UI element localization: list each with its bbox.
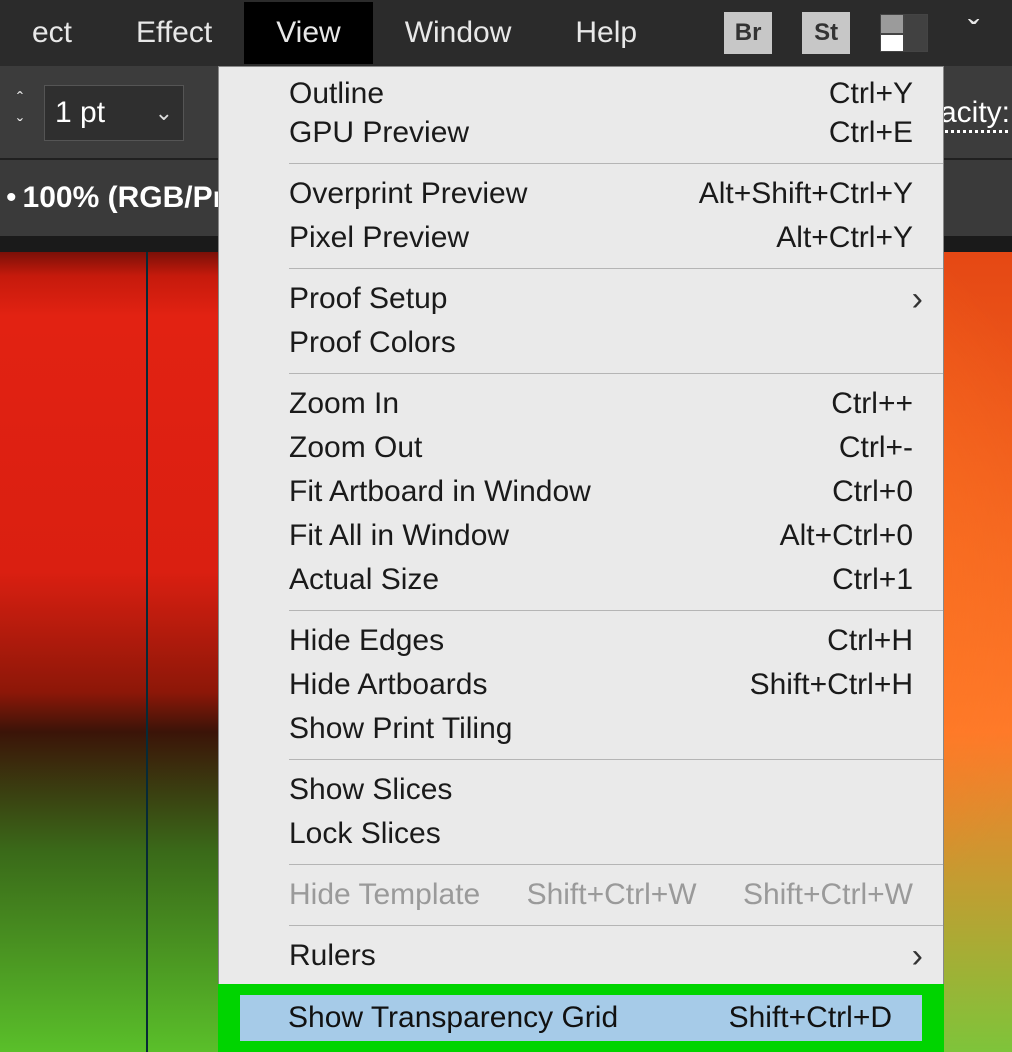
menu-item-pixel-preview[interactable]: Pixel Preview Alt+Ctrl+Y	[219, 216, 943, 260]
menu-item-label: Hide Artboards	[289, 668, 487, 702]
menu-item-effect[interactable]: Effect	[104, 2, 244, 64]
menu-item-gpu-preview[interactable]: GPU Preview Ctrl+E	[219, 111, 943, 155]
menu-item-label: Overprint Preview	[289, 177, 527, 211]
menu-item-label: Zoom In	[289, 387, 399, 421]
menu-item-shortcut: Ctrl+1	[832, 563, 913, 597]
menu-item-label: Actual Size	[289, 563, 439, 597]
menu-item-select-truncated[interactable]: ect	[0, 2, 104, 64]
menu-item-view[interactable]: View	[244, 2, 372, 64]
menu-item-overprint-preview[interactable]: Overprint Preview Alt+Shift+Ctrl+Y	[219, 172, 943, 216]
stroke-weight-input[interactable]: 1 pt ⌄	[44, 85, 184, 141]
menu-separator	[289, 759, 943, 760]
menu-item-show-transparency-grid[interactable]: Show Transparency Grid Shift+Ctrl+D	[240, 995, 922, 1041]
menu-item-lock-slices[interactable]: Lock Slices	[219, 812, 943, 856]
menu-separator	[289, 610, 943, 611]
menu-item-shortcut: Ctrl+-	[839, 431, 913, 465]
menu-item-shortcut: Ctrl+H	[827, 624, 913, 658]
menu-item-label: Lock Slices	[289, 817, 441, 851]
document-tab-title[interactable]: 100% (RGB/Pr	[23, 181, 225, 215]
menu-separator	[289, 925, 943, 926]
menu-item-proof-setup[interactable]: Proof Setup	[219, 277, 943, 321]
menu-item-label: GPU Preview	[289, 116, 469, 150]
chevron-down-icon[interactable]: ˇ	[968, 14, 979, 53]
menu-item-outline[interactable]: Outline Ctrl+Y	[219, 67, 943, 111]
menu-item-hide-template: Hide Template Shift+Ctrl+W Shift+Ctrl+W	[219, 873, 943, 917]
menu-item-label: Proof Colors	[289, 326, 456, 360]
menu-item-label: Fit Artboard in Window	[289, 475, 591, 509]
menu-item-shortcut: Ctrl+0	[832, 475, 913, 509]
menu-item-zoom-in[interactable]: Zoom In Ctrl++	[219, 382, 943, 426]
menu-item-fit-all-in-window[interactable]: Fit All in Window Alt+Ctrl+0	[219, 514, 943, 558]
menu-item-shortcut: Ctrl+Y	[829, 77, 913, 111]
workspace-switcher-icon[interactable]	[880, 14, 928, 52]
menu-bar: ect Effect View Window Help Br St ˇ	[0, 0, 1012, 66]
menu-separator	[289, 373, 943, 374]
menu-item-label: Show Transparency Grid	[288, 1001, 618, 1035]
view-menu-dropdown: Outline Ctrl+Y GPU Preview Ctrl+E Overprint …	[218, 66, 944, 1023]
menu-item-proof-colors[interactable]: Proof Colors	[219, 321, 943, 365]
menu-item-label: Show Slices	[289, 773, 452, 807]
menu-item-help[interactable]: Help	[543, 2, 669, 64]
menu-item-label: Hide Template	[289, 878, 480, 912]
menu-item-label: Zoom Out	[289, 431, 422, 465]
menu-item-label: Show Print Tiling	[289, 712, 512, 746]
menu-item-shortcut: Alt+Shift+Ctrl+Y	[699, 177, 913, 211]
menu-item-hide-artboards[interactable]: Hide Artboards Shift+Ctrl+H	[219, 663, 943, 707]
menu-item-actual-size[interactable]: Actual Size Ctrl+1	[219, 558, 943, 602]
menu-item-hide-edges[interactable]: Hide Edges Ctrl+H	[219, 619, 943, 663]
opacity-label-truncated: acity:	[940, 96, 1010, 130]
highlight-annotation: Show Transparency Grid Shift+Ctrl+D	[218, 984, 944, 1052]
menu-item-shortcut: Alt+Ctrl+Y	[776, 221, 913, 255]
menu-item-label: Rulers	[289, 939, 376, 973]
menu-item-fit-artboard-in-window[interactable]: Fit Artboard in Window Ctrl+0	[219, 470, 943, 514]
document-tab-bullet: •	[6, 181, 17, 215]
menu-separator	[289, 268, 943, 269]
menu-item-label: Outline	[289, 77, 384, 111]
menu-item-rulers[interactable]: Rulers	[219, 934, 943, 978]
bridge-app-icon[interactable]: Br	[724, 12, 772, 54]
chevron-down-icon[interactable]: ⌄	[155, 100, 173, 126]
menu-item-shortcut: Shift+Ctrl+D	[729, 1001, 892, 1035]
menu-separator	[289, 163, 943, 164]
chevron-up-icon[interactable]: ˆ	[17, 89, 23, 110]
menu-item-shortcut: Shift+Ctrl+W	[743, 878, 913, 912]
menu-item-zoom-out[interactable]: Zoom Out Ctrl+-	[219, 426, 943, 470]
menu-item-show-slices[interactable]: Show Slices	[219, 768, 943, 812]
menu-item-shortcut: Shift+Ctrl+H	[750, 668, 913, 702]
menu-item-shortcut: Ctrl+E	[829, 116, 913, 150]
stroke-weight-value: 1 pt	[55, 96, 105, 130]
menu-item-window[interactable]: Window	[373, 2, 544, 64]
menu-separator	[289, 864, 943, 865]
stroke-stepper[interactable]: ˆ ˇ	[2, 85, 38, 141]
menu-item-label: Fit All in Window	[289, 519, 509, 553]
menu-item-label: Pixel Preview	[289, 221, 469, 255]
menu-item-shortcut: Alt+Ctrl+0	[780, 519, 913, 553]
menu-item-shortcut: Ctrl++	[831, 387, 913, 421]
menu-item-label: Proof Setup	[289, 282, 447, 316]
chevron-down-icon[interactable]: ˇ	[17, 116, 23, 137]
menu-item-shortcut: Shift+Ctrl+W	[527, 878, 697, 912]
stock-app-icon[interactable]: St	[802, 12, 850, 54]
guide-line[interactable]	[146, 252, 148, 1052]
menu-item-label: Hide Edges	[289, 624, 444, 658]
menu-item-show-print-tiling[interactable]: Show Print Tiling	[219, 707, 943, 751]
